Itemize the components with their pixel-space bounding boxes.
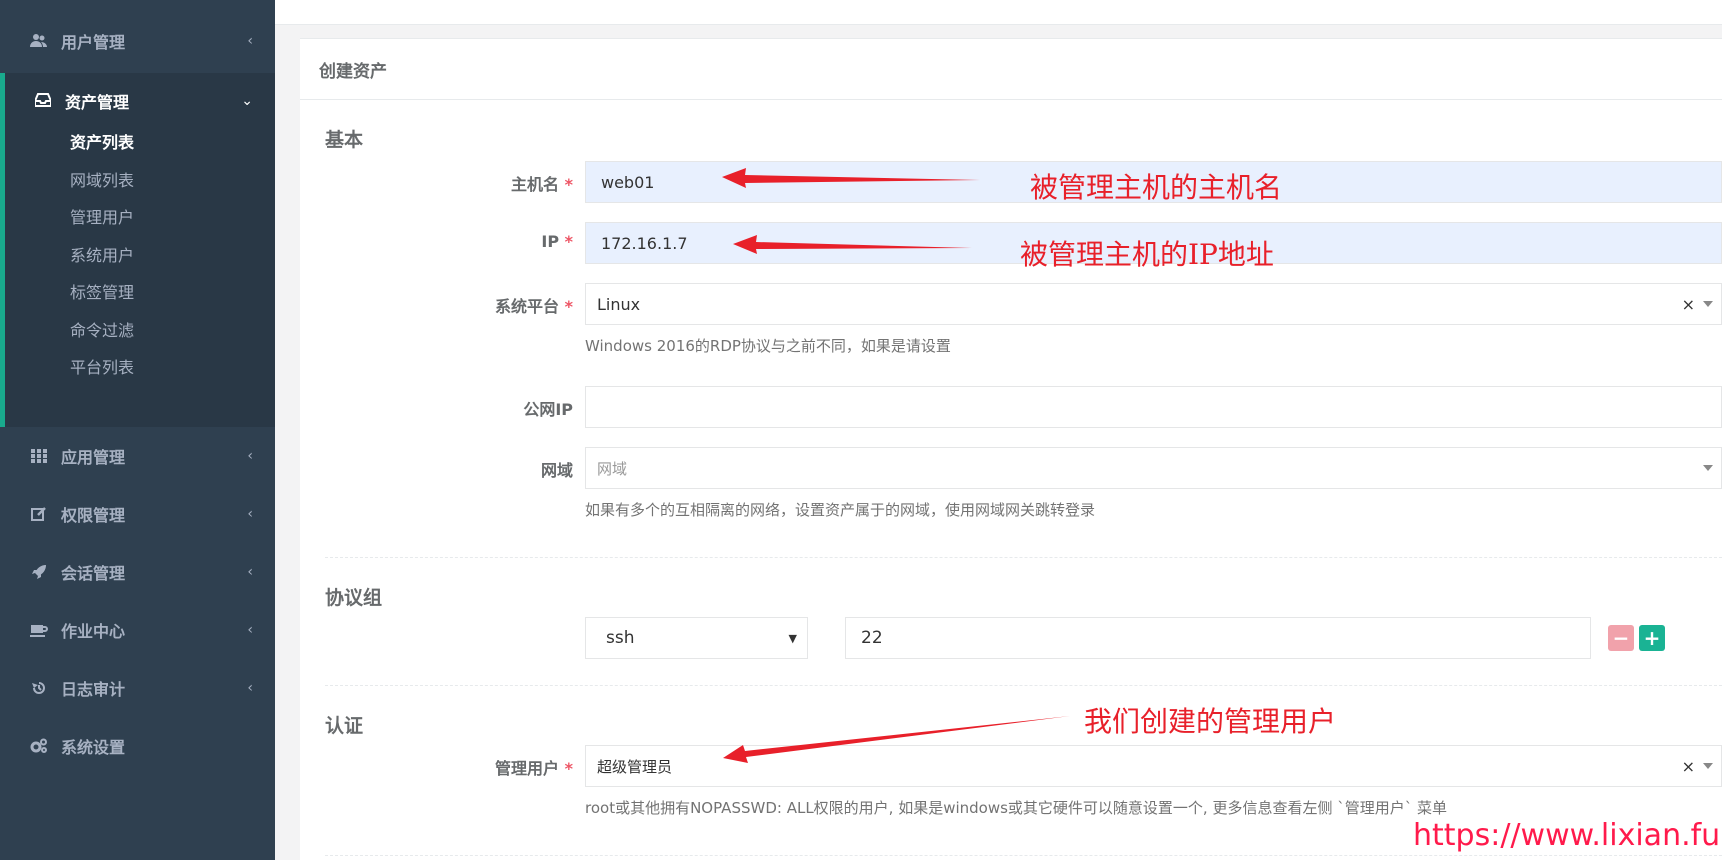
page-title: 创建资产 [319, 62, 387, 82]
chevron-left-icon: ‹ [247, 448, 253, 464]
divider [300, 99, 1722, 100]
platform-select[interactable]: Linux × [585, 283, 1722, 325]
edit-icon [30, 505, 48, 523]
caret-down-icon: ▼ [788, 631, 797, 645]
platform-label: 系统平台 * [495, 297, 573, 316]
section-basic-title: 基本 [325, 129, 364, 151]
domain-select[interactable]: 网域 [585, 447, 1722, 489]
chevron-left-icon: ‹ [247, 506, 253, 522]
add-protocol-button[interactable]: + [1639, 625, 1665, 651]
annotation-hostname-note: 被管理主机的主机名 [1030, 171, 1283, 204]
sidebar-item-assets[interactable]: 资产管理 ⌄ [5, 73, 275, 129]
chevron-left-icon: ‹ [247, 680, 253, 696]
public-ip-label: 公网IP [523, 400, 573, 419]
sidebar-subitem-platforms[interactable]: 平台列表 [70, 354, 134, 378]
sidebar-item-jobs[interactable]: 作业中心 ‹ [0, 602, 275, 658]
sidebar-item-permissions[interactable]: 权限管理 ‹ [0, 486, 275, 542]
sidebar-group-assets: 资产管理 ⌄ 资产列表 网域列表 管理用户 系统用户 标签管理 命令过滤 平台列… [0, 73, 275, 427]
admin-user-label: 管理用户 * [495, 759, 573, 778]
platform-help-text: Windows 2016的RDP协议与之前不同，如果是请设置 [585, 337, 951, 355]
minus-icon: − [1612, 626, 1630, 650]
hostname-label: 主机名 * [511, 175, 573, 194]
caret-down-icon [1703, 301, 1713, 307]
chevron-left-icon: ‹ [247, 622, 253, 638]
chevron-down-icon: ⌄ [241, 93, 253, 109]
port-input[interactable]: 22 [845, 617, 1591, 659]
sidebar-subitem-domain-list[interactable]: 网域列表 [70, 167, 134, 191]
sidebar-subitem-system-users[interactable]: 系统用户 [70, 242, 134, 266]
caret-down-icon [1703, 763, 1713, 769]
clear-icon[interactable]: × [1682, 757, 1695, 776]
chevron-left-icon: ‹ [247, 33, 253, 49]
admin-user-help-text: root或其他拥有NOPASSWD: ALL权限的用户, 如果是windows或… [585, 799, 1448, 817]
clear-icon[interactable]: × [1682, 295, 1695, 314]
grid-icon [30, 447, 48, 465]
sidebar-subitem-asset-list[interactable]: 资产列表 [70, 129, 134, 153]
rocket-icon [30, 563, 48, 581]
section-protocol-title: 协议组 [325, 587, 383, 609]
sidebar-item-settings[interactable]: 系统设置 [0, 718, 275, 774]
sidebar-item-sessions[interactable]: 会话管理 ‹ [0, 544, 275, 600]
inbox-icon [34, 92, 52, 111]
admin-user-select[interactable]: 超级管理员 × [585, 745, 1722, 787]
watermark: https://www.lixian.fun [1413, 818, 1722, 853]
top-bar [275, 0, 1722, 25]
required-mark: * [564, 759, 573, 778]
plus-icon: + [1643, 626, 1661, 650]
users-icon [30, 32, 48, 50]
create-asset-panel: 创建资产 基本 主机名 * web01 IP * 172.16.1.7 系统平台… [300, 38, 1722, 860]
sidebar-subitem-admin-users[interactable]: 管理用户 [70, 204, 134, 228]
required-mark: * [564, 297, 573, 316]
history-icon [30, 679, 48, 697]
chevron-left-icon: ‹ [247, 564, 253, 580]
required-mark: * [564, 175, 573, 194]
remove-protocol-button[interactable]: − [1608, 625, 1634, 651]
sidebar-item-audit-logs[interactable]: 日志审计 ‹ [0, 660, 275, 716]
coffee-icon [30, 621, 48, 639]
annotation-admin-note: 我们创建的管理用户 [1084, 705, 1337, 738]
domain-label: 网域 [540, 461, 573, 480]
caret-down-icon [1703, 465, 1713, 471]
sidebar: 用户管理 ‹ 资产管理 ⌄ 资产列表 网域列表 管理用户 系统用户 标签管理 命… [0, 0, 275, 860]
domain-help-text: 如果有多个的互相隔离的网络，设置资产属于的网域，使用网域网关跳转登录 [585, 501, 1096, 519]
ip-label: IP * [541, 232, 573, 251]
sidebar-subitem-command-filters[interactable]: 命令过滤 [70, 317, 134, 341]
protocol-select[interactable]: ssh ▼ [585, 617, 808, 659]
section-divider [325, 685, 1722, 686]
section-auth-title: 认证 [325, 715, 364, 737]
section-divider [325, 557, 1722, 558]
section-divider [325, 855, 1722, 856]
gears-icon [30, 737, 48, 755]
annotation-ip-note: 被管理主机的IP地址 [1020, 238, 1274, 271]
public-ip-input[interactable] [585, 386, 1722, 428]
sidebar-subitem-labels[interactable]: 标签管理 [70, 279, 134, 303]
sidebar-item-applications[interactable]: 应用管理 ‹ [0, 428, 275, 484]
required-mark: * [564, 232, 573, 251]
sidebar-item-users[interactable]: 用户管理 ‹ [0, 13, 275, 69]
